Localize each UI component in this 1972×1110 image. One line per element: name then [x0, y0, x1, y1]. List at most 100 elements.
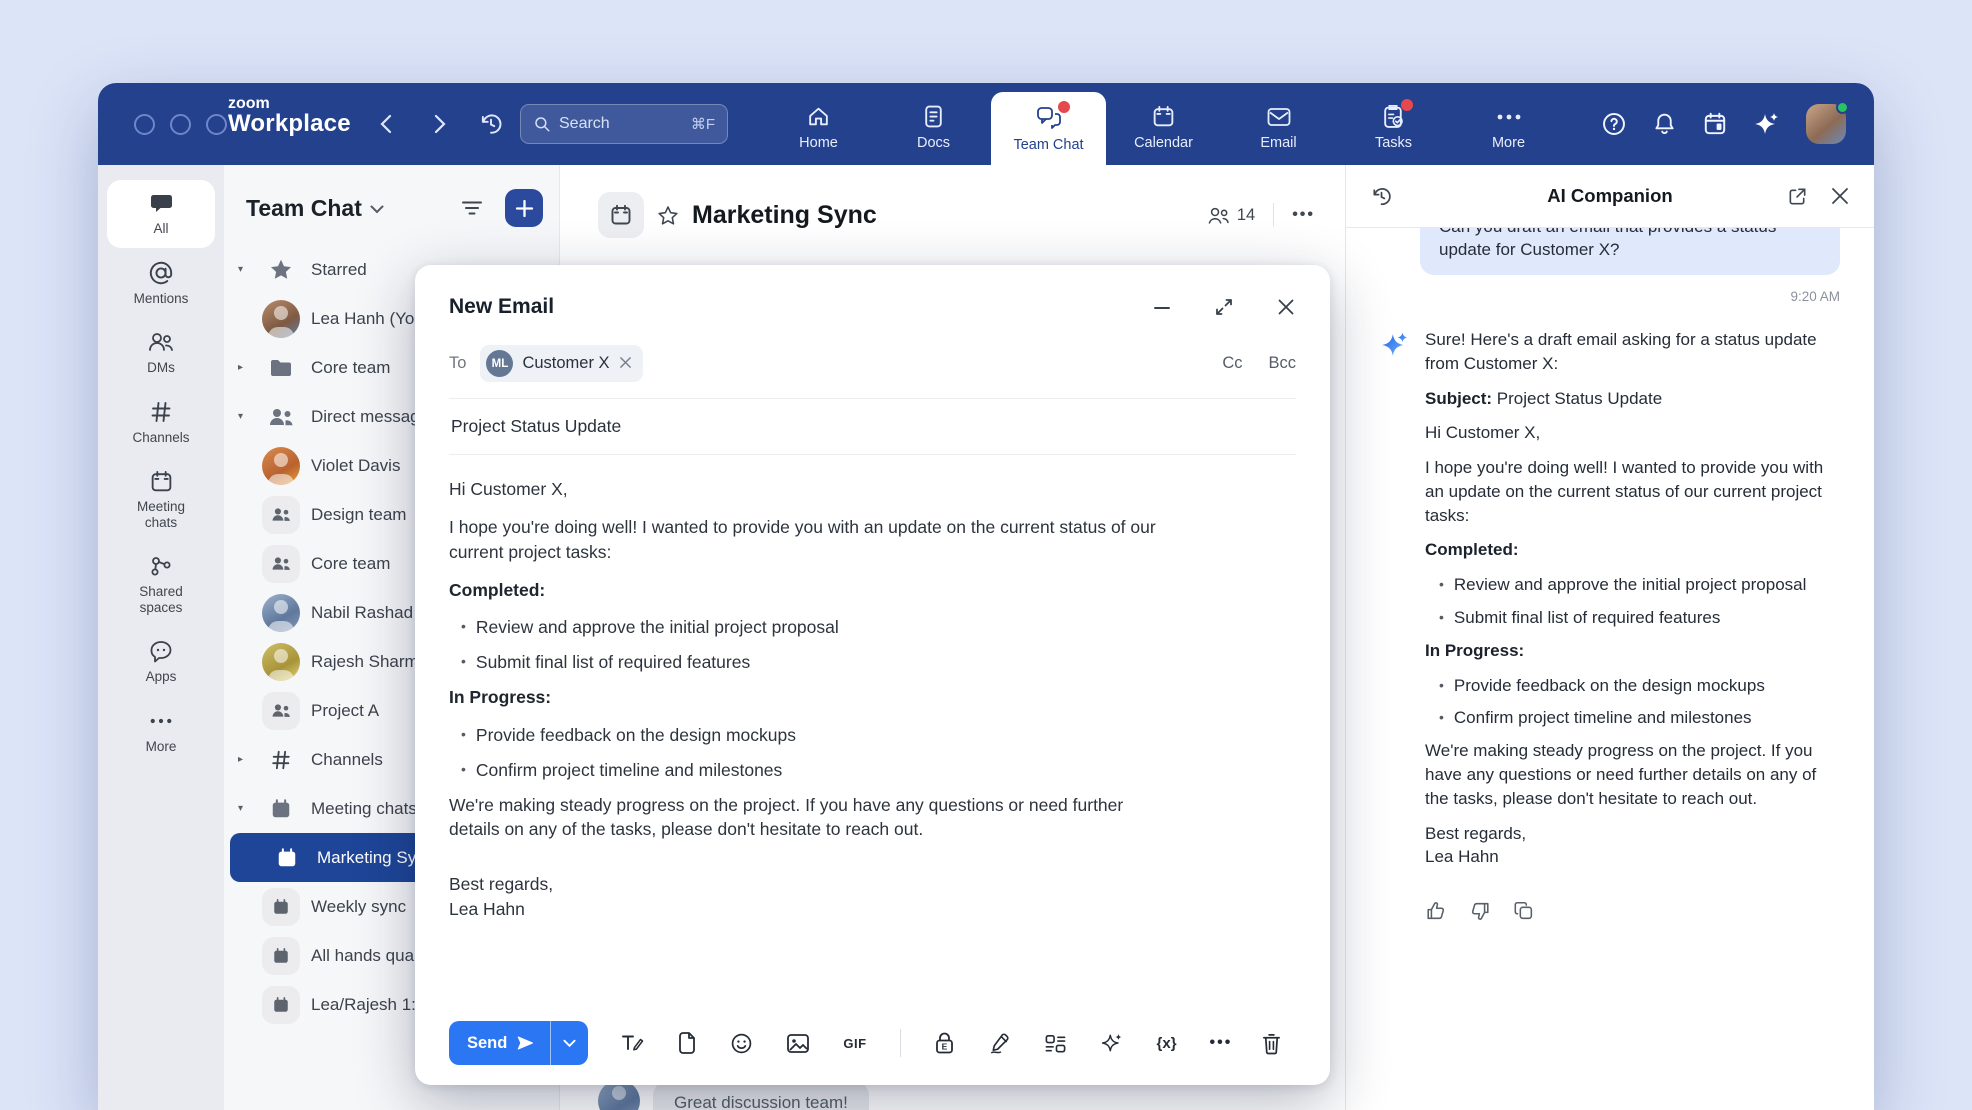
- ai-signoff: Best regards,: [1425, 822, 1835, 846]
- close-button[interactable]: [1276, 297, 1296, 317]
- template-icon[interactable]: [1044, 1033, 1067, 1054]
- copy-button[interactable]: [1513, 900, 1535, 922]
- thumbs-up-button[interactable]: [1425, 900, 1447, 922]
- rail-item-dms[interactable]: DMs: [107, 319, 215, 387]
- bcc-button[interactable]: Bcc: [1268, 354, 1296, 373]
- send-button[interactable]: Send: [449, 1021, 551, 1065]
- caret-down-icon[interactable]: ▾: [238, 411, 251, 422]
- emoji-icon[interactable]: [730, 1032, 753, 1055]
- history-button[interactable]: [476, 109, 506, 139]
- tab-docs[interactable]: Docs: [876, 83, 991, 165]
- gif-button[interactable]: GIF: [843, 1036, 866, 1051]
- signature-icon[interactable]: [988, 1032, 1011, 1055]
- window-controls[interactable]: [134, 114, 227, 135]
- email-body-editor[interactable]: Hi Customer X, I hope you're doing well!…: [449, 455, 1169, 1001]
- new-email-modal: New Email To ML Customer X Cc Bcc: [415, 265, 1330, 1085]
- rail-item-meeting-chats[interactable]: Meeting chats: [107, 458, 215, 541]
- recipient-chip[interactable]: ML Customer X: [480, 345, 642, 382]
- variables-button[interactable]: {x}: [1157, 1035, 1177, 1052]
- chevron-down-icon[interactable]: [370, 201, 384, 219]
- inprogress-heading: In Progress:: [449, 685, 1169, 710]
- window-zoom-button[interactable]: [206, 114, 227, 135]
- close-icon: [1830, 186, 1850, 206]
- chip-remove-button[interactable]: [619, 356, 632, 372]
- hash-icon: [149, 400, 173, 424]
- filter-button[interactable]: [461, 200, 483, 216]
- email-signoff: Best regards,: [449, 872, 1169, 897]
- subject-field[interactable]: Project Status Update: [449, 399, 1296, 454]
- notifications-button[interactable]: [1652, 111, 1677, 137]
- zoom-workplace-logo: zoom Workplace: [228, 96, 351, 137]
- ai-greeting: Hi Customer X,: [1425, 421, 1835, 445]
- user-avatar[interactable]: [1806, 104, 1846, 144]
- encrypt-icon[interactable]: E: [934, 1031, 955, 1055]
- tab-home[interactable]: Home: [761, 83, 876, 165]
- email-icon: [1266, 106, 1292, 128]
- expand-button[interactable]: [1214, 297, 1234, 317]
- rail-item-shared-spaces[interactable]: Shared spaces: [107, 543, 215, 626]
- meeting-avatar-icon: [262, 937, 300, 975]
- new-chat-button[interactable]: [505, 189, 543, 227]
- window-minimize-button[interactable]: [170, 114, 191, 135]
- ai-companion-button[interactable]: [1753, 110, 1781, 138]
- back-button[interactable]: [370, 109, 400, 139]
- chat-item-label: Channels: [311, 750, 383, 770]
- inprogress-heading: In Progress:: [1425, 639, 1835, 663]
- modal-header: New Email: [449, 295, 1296, 319]
- bell-icon: [1652, 111, 1677, 137]
- tab-email[interactable]: Email: [1221, 83, 1336, 165]
- people-icon: [147, 330, 175, 354]
- ai-panel-header: AI Companion: [1346, 165, 1874, 228]
- history-icon: [1370, 185, 1393, 208]
- forward-button[interactable]: [425, 109, 455, 139]
- attach-file-icon[interactable]: [677, 1031, 697, 1055]
- rail-item-mentions[interactable]: Mentions: [107, 250, 215, 318]
- ai-popout-button[interactable]: [1787, 186, 1808, 207]
- tab-calendar[interactable]: Calendar: [1106, 83, 1221, 165]
- calendar-quick-button[interactable]: [1702, 111, 1728, 137]
- bullet-item: •Confirm project timeline and milestones: [461, 758, 1169, 783]
- caret-right-icon[interactable]: ▸: [238, 754, 251, 765]
- copy-icon: [1513, 900, 1535, 922]
- discard-draft-button[interactable]: [1261, 1032, 1282, 1055]
- bullet-item: •Provide feedback on the design mockups: [461, 723, 1169, 748]
- rail-item-more[interactable]: More: [107, 698, 215, 766]
- meeting-calendar-icon: [276, 847, 298, 869]
- thumbs-down-button[interactable]: [1469, 900, 1491, 922]
- avatar: [262, 643, 300, 681]
- cc-button[interactable]: Cc: [1222, 354, 1242, 373]
- more-tools-button[interactable]: •••: [1210, 1034, 1233, 1052]
- rail-item-apps[interactable]: Apps: [107, 628, 215, 696]
- format-text-icon[interactable]: [620, 1032, 644, 1055]
- insert-image-icon[interactable]: [786, 1033, 810, 1054]
- send-options-button[interactable]: [551, 1021, 588, 1065]
- caret-down-icon[interactable]: ▾: [238, 803, 251, 814]
- ai-compose-icon[interactable]: [1100, 1031, 1124, 1055]
- chat-item-label: Project A: [311, 701, 379, 721]
- bullet-item: •Provide feedback on the design mockups: [1439, 674, 1835, 698]
- rail-item-channels[interactable]: Channels: [107, 389, 215, 457]
- ai-close-button[interactable]: [1830, 186, 1850, 207]
- ai-sparkle-icon: [1753, 110, 1781, 138]
- members-icon: [1207, 206, 1230, 225]
- members-button[interactable]: 14: [1207, 206, 1255, 225]
- bullet-text: Submit final list of required features: [476, 650, 750, 675]
- tab-more[interactable]: More: [1451, 83, 1566, 165]
- chat-list-title[interactable]: Team Chat: [246, 195, 362, 222]
- bullet-item: •Submit final list of required features: [1439, 606, 1835, 630]
- search-input[interactable]: Search ⌘F: [520, 104, 728, 144]
- ai-history-button[interactable]: [1370, 185, 1393, 208]
- tab-team-chat[interactable]: Team Chat: [991, 92, 1106, 165]
- ai-response: Sure! Here's a draft email asking for a …: [1380, 328, 1840, 880]
- minimize-button[interactable]: [1152, 297, 1172, 317]
- caret-down-icon[interactable]: ▾: [238, 264, 251, 275]
- rail-item-all[interactable]: All: [107, 180, 215, 248]
- tab-tasks[interactable]: Tasks: [1336, 83, 1451, 165]
- help-button[interactable]: [1601, 111, 1627, 137]
- rail-label: All: [153, 221, 168, 237]
- caret-right-icon[interactable]: ▸: [238, 362, 251, 373]
- star-toggle-button[interactable]: [657, 205, 679, 226]
- send-plane-icon: [516, 1034, 534, 1052]
- window-close-button[interactable]: [134, 114, 155, 135]
- channel-more-button[interactable]: •••: [1292, 206, 1315, 224]
